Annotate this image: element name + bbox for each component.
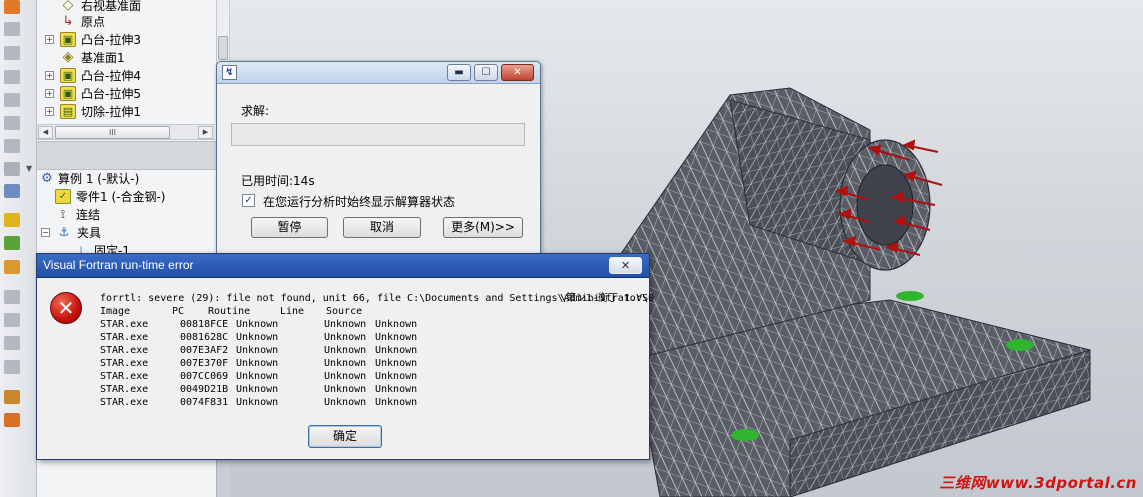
extrude-icon: ▣	[60, 67, 76, 83]
traceback-row: STAR.exe 007E370F Unknown Unknown Unknown	[100, 358, 418, 369]
tree-item-boss-extrude4[interactable]: + ▣ 凸台-拉伸4	[45, 66, 141, 84]
mesh-tool-icon[interactable]	[4, 116, 20, 130]
compare-results-icon[interactable]	[4, 260, 20, 274]
error-message: forrtl: severe (29): file not found, uni…	[100, 292, 655, 409]
traceback-row: STAR.exe 0074F831 Unknown Unknown Unknown	[100, 397, 418, 408]
expand-toggle-icon[interactable]: +	[45, 70, 54, 80]
tree-item-study[interactable]: ⚙ 算例 1 (-默认-)	[39, 169, 139, 187]
connections-tool-icon[interactable]	[4, 70, 20, 84]
study-icon: ⚙	[41, 170, 53, 186]
plot-result-icon[interactable]	[4, 213, 20, 227]
ok-button[interactable]: 确定	[308, 425, 382, 448]
solver-titlebar[interactable]: ↯ ▬ ☐ ✕	[217, 62, 540, 84]
expand-toggle-icon[interactable]: +	[45, 34, 54, 44]
chevron-down-icon[interactable]: ▼	[26, 164, 32, 173]
watermark-text: 三维网www.3dportal.cn	[939, 474, 1137, 492]
plane-icon: ◈	[62, 49, 74, 65]
help-icon[interactable]	[4, 413, 20, 427]
report-icon[interactable]	[4, 313, 20, 327]
expand-toggle-icon[interactable]: +	[45, 88, 54, 98]
connections-icon: ⟟	[60, 206, 66, 221]
simulation-options-icon[interactable]	[4, 390, 20, 404]
solver-app-icon: ↯	[222, 65, 237, 80]
tree-splitter[interactable]	[37, 141, 216, 170]
traceback-row: STAR.exe 0049D21B Unknown Unknown Unknown	[100, 384, 418, 395]
solve-progress-bar	[231, 123, 525, 146]
run-tool-icon[interactable]	[4, 139, 20, 153]
error-titlebar[interactable]: Visual Fortran run-time error ✕	[37, 254, 649, 278]
error-icon: ✕	[50, 292, 82, 324]
scroll-left-icon[interactable]: ◀	[38, 126, 53, 139]
cut-extrude-icon: ▤	[60, 103, 76, 119]
tree-item-plane1[interactable]: ◈ 基准面1	[45, 48, 125, 66]
collapse-toggle-icon[interactable]: −	[41, 227, 50, 237]
error-close-button[interactable]: ✕	[609, 257, 642, 274]
tree-item-boss-extrude5[interactable]: + ▣ 凸台-拉伸5	[45, 84, 141, 102]
origin-icon: ↳	[62, 13, 74, 29]
traceback-row: STAR.exe 0081628C Unknown Unknown Unknown	[100, 332, 418, 343]
error-title: Visual Fortran run-time error	[43, 258, 194, 272]
design-study-icon[interactable]	[4, 184, 20, 198]
fortran-error-dialog: Visual Fortran run-time error ✕ ✕ forrtl…	[36, 253, 655, 460]
plane-icon: ◇	[62, 0, 74, 13]
expand-toggle-icon[interactable]: +	[45, 106, 54, 116]
extrude-icon: ▣	[60, 31, 76, 47]
study-advisor-icon[interactable]	[4, 0, 20, 14]
deformed-result-icon[interactable]	[4, 290, 20, 304]
fixtures-tool-icon[interactable]	[4, 22, 20, 36]
results-advisor-icon[interactable]	[4, 162, 20, 176]
more-button[interactable]: 更多(M)>>	[443, 217, 523, 238]
tree-item-origin[interactable]: ↳ 原点	[45, 12, 105, 30]
tree-item-part[interactable]: ✓ 零件1 (-合金钢-)	[55, 187, 165, 205]
tree-item-fixtures[interactable]: − ⚓ 夹具	[41, 223, 101, 241]
part-icon: ✓	[55, 188, 71, 204]
maximize-button[interactable]: ☐	[474, 64, 498, 81]
elapsed-time-label: 已用时间:14s	[241, 174, 315, 188]
shell-manager-icon[interactable]	[4, 93, 20, 107]
error-message-line: forrtl: severe (29): file not found, uni…	[100, 293, 655, 304]
scroll-right-icon[interactable]: ▶	[198, 126, 213, 139]
solver-dialog: ↯ ▬ ☐ ✕ 求解: 已用时间:14s ✓ 在您运行分析时始终显示解算器状态 …	[216, 61, 541, 257]
tree-item-connections[interactable]: ⟟ 连结	[55, 205, 100, 223]
cancel-button[interactable]: 取消	[343, 217, 421, 238]
scroll-thumb[interactable]: III	[55, 126, 170, 139]
include-image-icon[interactable]	[4, 336, 20, 350]
extrude-icon: ▣	[60, 85, 76, 101]
minimize-button[interactable]: ▬	[447, 64, 471, 81]
tree-item-boss-extrude3[interactable]: + ▣ 凸台-拉伸3	[45, 30, 141, 48]
show-status-checkbox[interactable]: ✓	[242, 194, 255, 207]
stop-icon[interactable]	[4, 360, 20, 374]
traceback-row: STAR.exe 007E3AF2 Unknown Unknown Unknown	[100, 345, 418, 356]
pause-button[interactable]: 暂停	[251, 217, 328, 238]
list-result-icon[interactable]	[4, 236, 20, 250]
traceback-row: STAR.exe 007CC069 Unknown Unknown Unknown	[100, 371, 418, 382]
fixtures-icon: ⚓	[58, 225, 70, 239]
traceback-row: STAR.exe 00818FCE Unknown Unknown Unknown	[100, 319, 418, 330]
vertical-scroll-thumb[interactable]	[218, 36, 228, 60]
external-loads-tool-icon[interactable]	[4, 46, 20, 60]
traceback-header: Image PC Routine Line Source	[100, 306, 363, 317]
close-button[interactable]: ✕	[501, 64, 534, 81]
solve-label: 求解:	[241, 104, 270, 118]
tree-item-cut-extrude1[interactable]: + ▤ 切除-拉伸1	[45, 102, 141, 120]
traceback-rows: STAR.exe 00818FCE Unknown Unknown Unknown ST…	[100, 318, 645, 409]
show-status-checkbox-label: 在您运行分析时始终显示解算器状态	[263, 195, 456, 209]
command-toolbar: ▼	[0, 0, 37, 497]
tree-horizontal-scrollbar[interactable]: ◀ III ▶	[37, 124, 215, 140]
